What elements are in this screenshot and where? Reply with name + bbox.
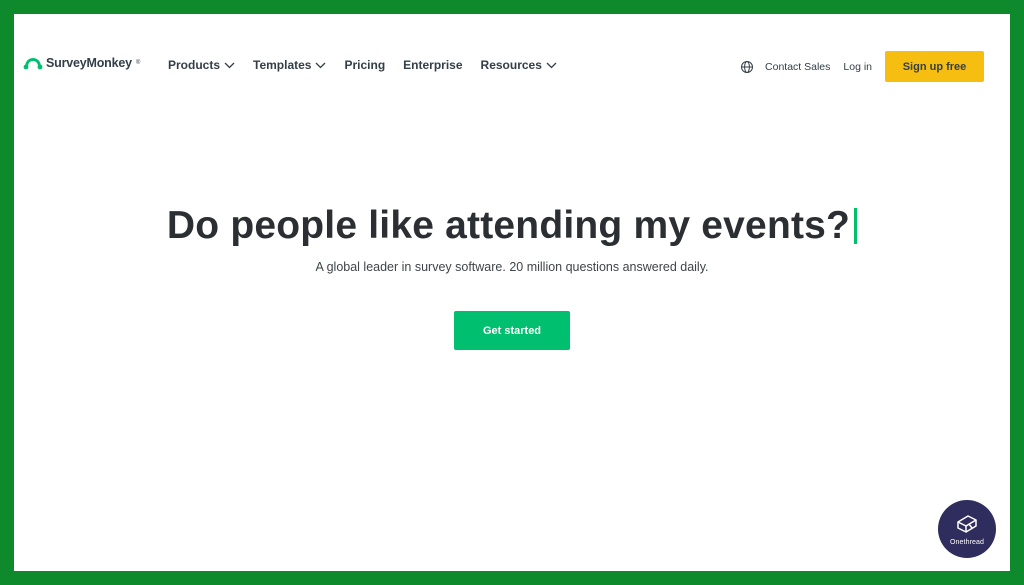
nav-templates-label: Templates: [253, 58, 312, 72]
hero-subheadline: A global leader in survey software. 20 m…: [315, 260, 709, 274]
signup-button[interactable]: Sign up free: [885, 51, 984, 82]
top-navigation: SurveyMonkey ® Products Templates Pricing…: [14, 14, 1010, 114]
onethread-watermark: Onethread: [938, 500, 996, 558]
nav-actions: Contact Sales Log in Sign up free: [740, 51, 984, 82]
get-started-button[interactable]: Get started: [454, 311, 570, 350]
nav-templates[interactable]: Templates: [253, 58, 326, 72]
nav-pricing[interactable]: Pricing: [344, 58, 385, 72]
logo-trademark: ®: [135, 60, 141, 66]
nav-pricing-label: Pricing: [344, 58, 386, 72]
logo-text: SurveyMonkey: [46, 56, 132, 70]
main-menu: Products Templates Pricing Enterprise Re…: [168, 58, 575, 72]
chevron-down-icon: [546, 62, 557, 68]
hero-headline: Do people like attending my events?: [166, 204, 858, 248]
watermark-text: Onethread: [950, 538, 984, 546]
nav-products[interactable]: Products: [168, 58, 235, 72]
nav-enterprise-label: Enterprise: [403, 58, 463, 72]
contact-sales-link[interactable]: Contact Sales: [765, 61, 830, 73]
chevron-down-icon: [316, 62, 326, 68]
nav-resources[interactable]: Resources: [481, 58, 557, 72]
hero-headline-text: Do people like attending my events?: [166, 204, 851, 247]
nav-resources-label: Resources: [480, 58, 542, 72]
nav-products-label: Products: [168, 58, 221, 72]
typing-caret: [854, 208, 858, 244]
page-frame: SurveyMonkey ® Products Templates Pricing…: [14, 14, 1010, 571]
monkey-logo-icon: [23, 58, 43, 70]
chevron-down-icon: [224, 62, 235, 68]
hero-section: Do people like attending my events? A gl…: [14, 204, 1010, 274]
nav-enterprise[interactable]: Enterprise: [403, 58, 462, 72]
globe-icon[interactable]: [740, 60, 754, 74]
surveymonkey-logo[interactable]: SurveyMonkey ®: [23, 56, 140, 70]
onethread-logo-icon: [957, 514, 977, 533]
login-link[interactable]: Log in: [843, 61, 872, 73]
